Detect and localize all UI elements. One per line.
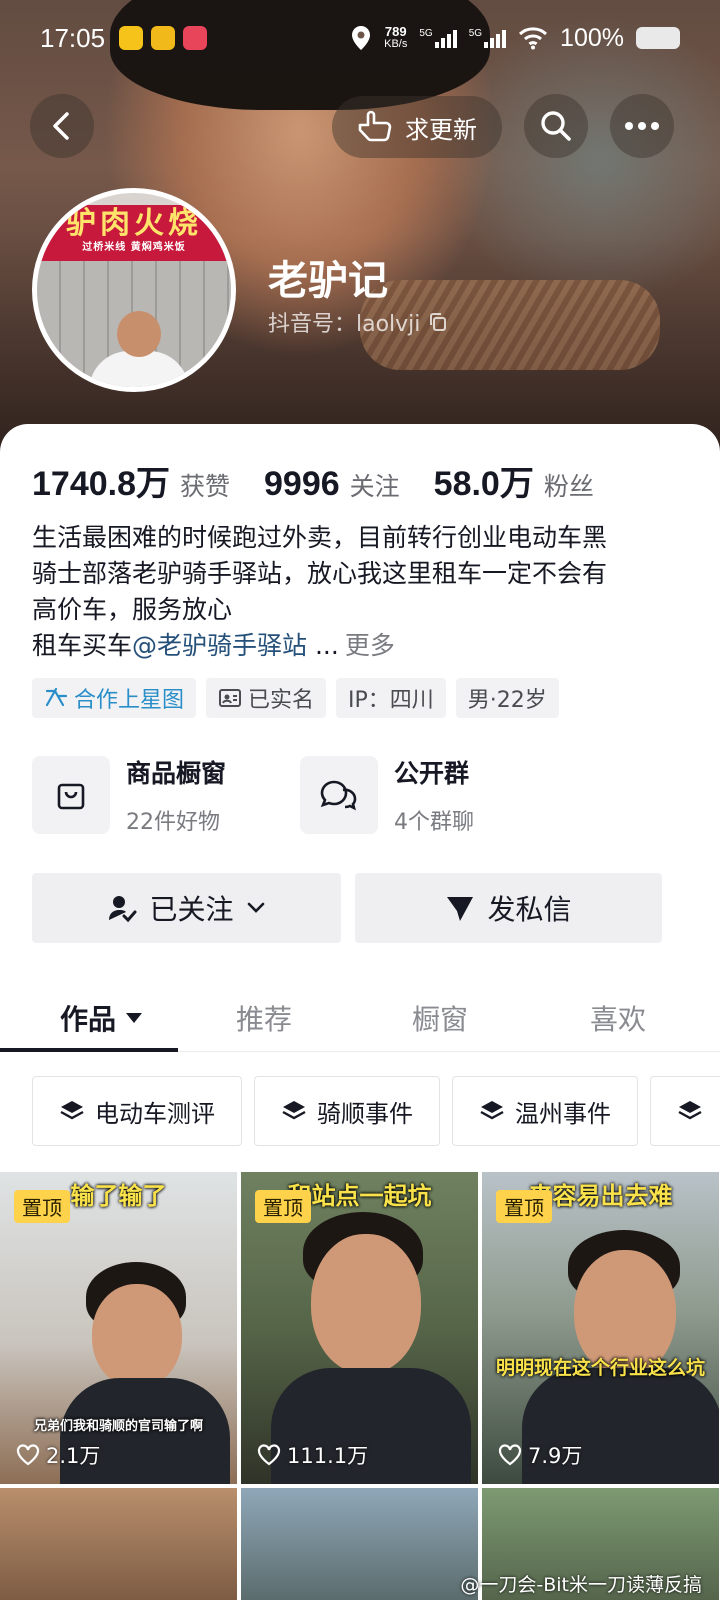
chevron-left-icon bbox=[53, 112, 69, 140]
network-speed: 789 KB/s bbox=[384, 24, 408, 50]
avatar[interactable]: 驴肉火烧 过桥米线 黄焖鸡米饭 bbox=[32, 188, 236, 392]
verified-tag: 已实名 bbox=[206, 678, 327, 718]
group-chat-icon bbox=[320, 780, 357, 811]
video-thumbnail[interactable] bbox=[0, 1488, 237, 1600]
bio-mention-link[interactable]: @老驴骑手驿站 bbox=[132, 631, 307, 660]
likes-label: 获赞 bbox=[180, 472, 231, 501]
profile-stats: 1740.8万 获赞 9996 关注 58.0万 粉丝 bbox=[32, 456, 618, 505]
request-update-button[interactable]: 求更新 bbox=[332, 96, 502, 158]
tab-likes[interactable]: 喜欢 bbox=[590, 998, 646, 1038]
heart-icon bbox=[16, 1444, 40, 1466]
signal-sim1: 5G bbox=[419, 28, 457, 48]
xingtu-star-icon bbox=[45, 687, 68, 707]
active-tab-indicator bbox=[0, 1048, 178, 1052]
xingtu-cooperation-tag[interactable]: 合作上星图 bbox=[32, 678, 197, 718]
profile-name: 老驴记 bbox=[268, 258, 388, 304]
public-group-entry[interactable]: 公开群 4个群聊 bbox=[300, 754, 568, 836]
video-thumbnail[interactable]: 和站点一起坑 置顶 111.1万 bbox=[241, 1172, 478, 1484]
stack-layers-icon bbox=[60, 1101, 84, 1120]
tab-showcase[interactable]: 橱窗 bbox=[412, 998, 468, 1038]
video-thumbnail[interactable] bbox=[241, 1488, 478, 1600]
collection-chip[interactable] bbox=[650, 1076, 720, 1146]
product-showcase-entry[interactable]: 商品橱窗 22件好物 bbox=[32, 754, 300, 836]
more-dots-icon bbox=[625, 122, 659, 130]
battery-icon bbox=[636, 27, 680, 49]
followers-label[interactable]: 粉丝 bbox=[544, 467, 594, 503]
pinned-badge: 置顶 bbox=[496, 1190, 552, 1223]
send-paper-plane-icon bbox=[447, 897, 474, 921]
collection-chip[interactable]: 骑顺事件 bbox=[254, 1076, 440, 1146]
stack-layers-icon bbox=[678, 1101, 702, 1120]
followed-button[interactable]: 已关注 bbox=[32, 873, 341, 943]
collection-chip[interactable]: 电动车测评 bbox=[32, 1076, 242, 1146]
tab-recommend[interactable]: 推荐 bbox=[236, 998, 292, 1038]
collection-chips: 电动车测评 骑顺事件 温州事件 bbox=[32, 1076, 720, 1148]
video-likes: 7.9万 bbox=[498, 1440, 582, 1470]
caret-down-icon bbox=[126, 1013, 143, 1023]
send-message-button[interactable]: 发私信 bbox=[355, 873, 662, 943]
app-notification-icon bbox=[151, 26, 176, 50]
collection-chip[interactable]: 温州事件 bbox=[452, 1076, 638, 1146]
copy-icon[interactable] bbox=[428, 312, 448, 332]
avatar-shop-sign: 驴肉火烧 过桥米线 黄焖鸡米饭 bbox=[37, 205, 231, 261]
gift-notification-icon bbox=[183, 26, 208, 50]
video-grid: 输了输了 兄弟们我和骑顺的官司输了啊 置顶 2.1万 和站点一起坑 置顶 111… bbox=[0, 1172, 720, 1484]
heart-icon bbox=[498, 1444, 522, 1466]
id-card-icon bbox=[219, 689, 242, 707]
profile-card: 1740.8万 获赞 9996 关注 58.0万 粉丝 生活最困难的时候跑过外卖… bbox=[0, 424, 720, 1600]
profile-bio: 生活最困难的时候跑过外卖，目前转行创业电动车黑 骑士部落老驴骑手驿站，放心我这里… bbox=[32, 523, 608, 660]
video-likes: 111.1万 bbox=[257, 1440, 368, 1470]
services-row: 商品橱窗 22件好物 公开群 4个群聊 bbox=[32, 754, 692, 836]
likes-count: 1740.8万 bbox=[32, 465, 170, 503]
ip-location-tag: IP：四川 bbox=[336, 678, 446, 718]
battery-percent: 100% bbox=[560, 23, 624, 52]
clock: 17:05 bbox=[40, 22, 106, 53]
back-button[interactable] bbox=[30, 94, 94, 158]
stack-layers-icon bbox=[480, 1101, 504, 1120]
signal-sim2: 5G bbox=[469, 28, 507, 48]
heart-icon bbox=[257, 1444, 281, 1466]
pinned-badge: 置顶 bbox=[255, 1190, 311, 1223]
bio-more-link[interactable]: 更多 bbox=[345, 631, 395, 660]
following-count[interactable]: 9996 bbox=[264, 465, 340, 504]
hand-pointer-icon bbox=[358, 110, 392, 142]
video-thumbnail[interactable]: 来容易出去难 明明现在这个行业这么坑 置顶 7.9万 bbox=[482, 1172, 719, 1484]
shopping-bag-icon bbox=[57, 783, 85, 810]
more-options-button[interactable] bbox=[610, 94, 674, 158]
profile-actions: 已关注 发私信 bbox=[32, 873, 662, 943]
profile-tags: 合作上星图 已实名 IP：四川 男·22岁 bbox=[32, 678, 559, 718]
search-icon bbox=[541, 111, 571, 141]
video-thumbnail[interactable]: 输了输了 兄弟们我和骑顺的官司输了啊 置顶 2.1万 bbox=[0, 1172, 237, 1484]
profile-tabs: 作品 推荐 橱窗 喜欢 bbox=[0, 984, 720, 1052]
location-icon bbox=[352, 26, 371, 50]
following-label[interactable]: 关注 bbox=[350, 467, 400, 503]
request-update-label: 求更新 bbox=[405, 115, 477, 144]
meituan-notification-icon bbox=[119, 26, 144, 50]
followers-count[interactable]: 58.0万 bbox=[434, 456, 534, 505]
stack-layers-icon bbox=[282, 1101, 306, 1120]
chevron-down-icon bbox=[247, 902, 264, 913]
search-button[interactable] bbox=[524, 94, 588, 158]
user-check-icon bbox=[109, 896, 137, 923]
wifi-icon bbox=[519, 27, 548, 50]
gender-age-tag: 男·22岁 bbox=[455, 678, 559, 718]
tab-works[interactable]: 作品 bbox=[60, 998, 144, 1038]
douyin-id[interactable]: 抖音号：laolvji bbox=[268, 306, 448, 338]
pinned-badge: 置顶 bbox=[14, 1190, 70, 1223]
watermark: @一刀会-Bit米一刀读薄反搞 bbox=[460, 1574, 702, 1596]
status-bar: 17:05 789 KB/s 5G 5G 100% bbox=[0, 0, 720, 76]
video-likes: 2.1万 bbox=[16, 1440, 100, 1470]
